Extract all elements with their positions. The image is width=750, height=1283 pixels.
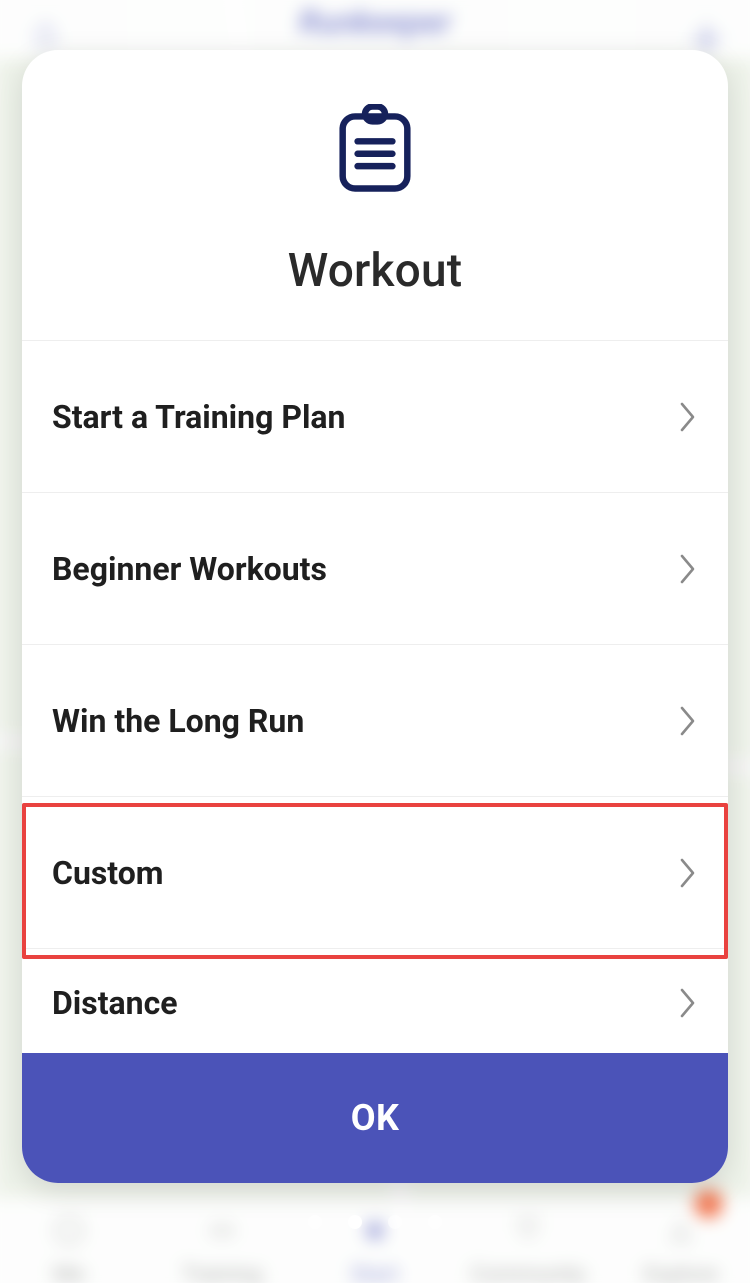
pager-dot-active — [348, 1215, 362, 1229]
chevron-right-icon — [678, 704, 698, 738]
option-win-the-long-run[interactable]: Win the Long Run — [22, 645, 728, 797]
modal-body: Workout Start a Training Plan Beginner W… — [22, 50, 728, 1053]
option-custom[interactable]: Custom — [22, 797, 728, 949]
option-label: Start a Training Plan — [52, 398, 345, 436]
chevron-right-icon — [678, 552, 698, 586]
option-label: Custom — [52, 854, 164, 892]
page-indicator — [308, 1215, 442, 1229]
ok-button[interactable]: OK — [22, 1053, 728, 1183]
pager-dot — [308, 1215, 322, 1229]
clipboard-icon — [22, 104, 728, 196]
option-label: Distance — [52, 984, 178, 1022]
chevron-right-icon — [678, 856, 698, 890]
ok-button-label: OK — [351, 1097, 400, 1139]
option-beginner-workouts[interactable]: Beginner Workouts — [22, 493, 728, 645]
pager-dot — [388, 1215, 402, 1229]
pager-dot — [428, 1215, 442, 1229]
workout-modal: Workout Start a Training Plan Beginner W… — [22, 50, 728, 1183]
option-label: Beginner Workouts — [52, 550, 327, 588]
modal-title: Workout — [22, 244, 728, 298]
option-distance[interactable]: Distance — [22, 949, 728, 1053]
option-start-training-plan[interactable]: Start a Training Plan — [22, 341, 728, 493]
chevron-right-icon — [678, 986, 698, 1020]
chevron-right-icon — [678, 400, 698, 434]
option-label: Win the Long Run — [52, 702, 304, 740]
workout-options-list: Start a Training Plan Beginner Workouts … — [22, 340, 728, 1053]
